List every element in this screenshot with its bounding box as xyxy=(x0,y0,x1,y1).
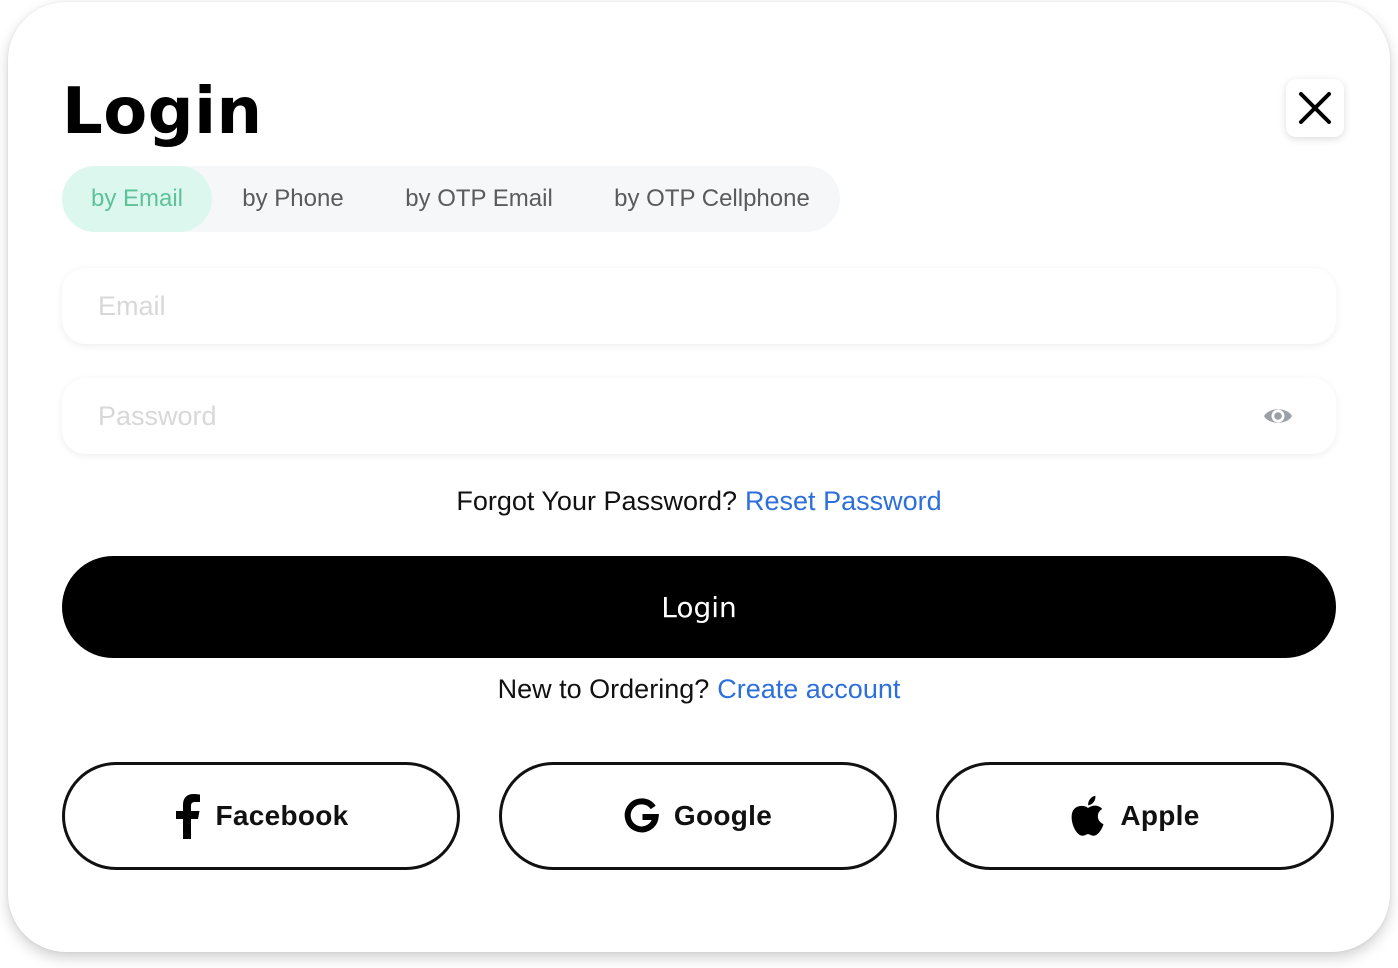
apple-label: Apple xyxy=(1120,800,1200,831)
apple-login-button[interactable]: Apple xyxy=(936,762,1334,870)
tab-by-phone[interactable]: by Phone xyxy=(220,166,366,232)
reset-password-link[interactable]: Reset Password xyxy=(745,486,942,516)
forgot-password-row: Forgot Your Password? Reset Password xyxy=(8,486,1390,517)
login-button[interactable]: Login xyxy=(62,556,1336,658)
facebook-label: Facebook xyxy=(215,800,349,831)
eye-icon[interactable] xyxy=(1262,402,1294,430)
page-title: Login xyxy=(62,75,263,149)
close-button[interactable] xyxy=(1286,79,1344,137)
tab-by-email[interactable]: by Email xyxy=(62,166,212,232)
email-field xyxy=(62,268,1336,344)
google-login-button[interactable]: Google xyxy=(499,762,897,870)
login-method-tabs: by Email by Phone by OTP Email by OTP Ce… xyxy=(62,166,840,232)
google-label: Google xyxy=(673,800,773,831)
email-input[interactable] xyxy=(98,268,1218,344)
password-input[interactable] xyxy=(98,378,1218,454)
tab-by-otp-cellphone[interactable]: by OTP Cellphone xyxy=(596,166,828,232)
facebook-icon xyxy=(173,793,201,839)
signup-text: New to Ordering? xyxy=(497,674,710,704)
signup-row: New to Ordering? Create account xyxy=(8,674,1390,705)
password-field xyxy=(62,378,1336,454)
google-icon xyxy=(624,798,660,834)
login-modal: Login by Email by Phone by OTP Email by … xyxy=(8,2,1390,952)
close-icon xyxy=(1299,92,1331,124)
create-account-link[interactable]: Create account xyxy=(717,674,900,704)
forgot-password-text: Forgot Your Password? xyxy=(456,486,738,516)
apple-icon xyxy=(1070,795,1106,837)
tab-by-otp-email[interactable]: by OTP Email xyxy=(380,166,578,232)
facebook-login-button[interactable]: Facebook xyxy=(62,762,460,870)
